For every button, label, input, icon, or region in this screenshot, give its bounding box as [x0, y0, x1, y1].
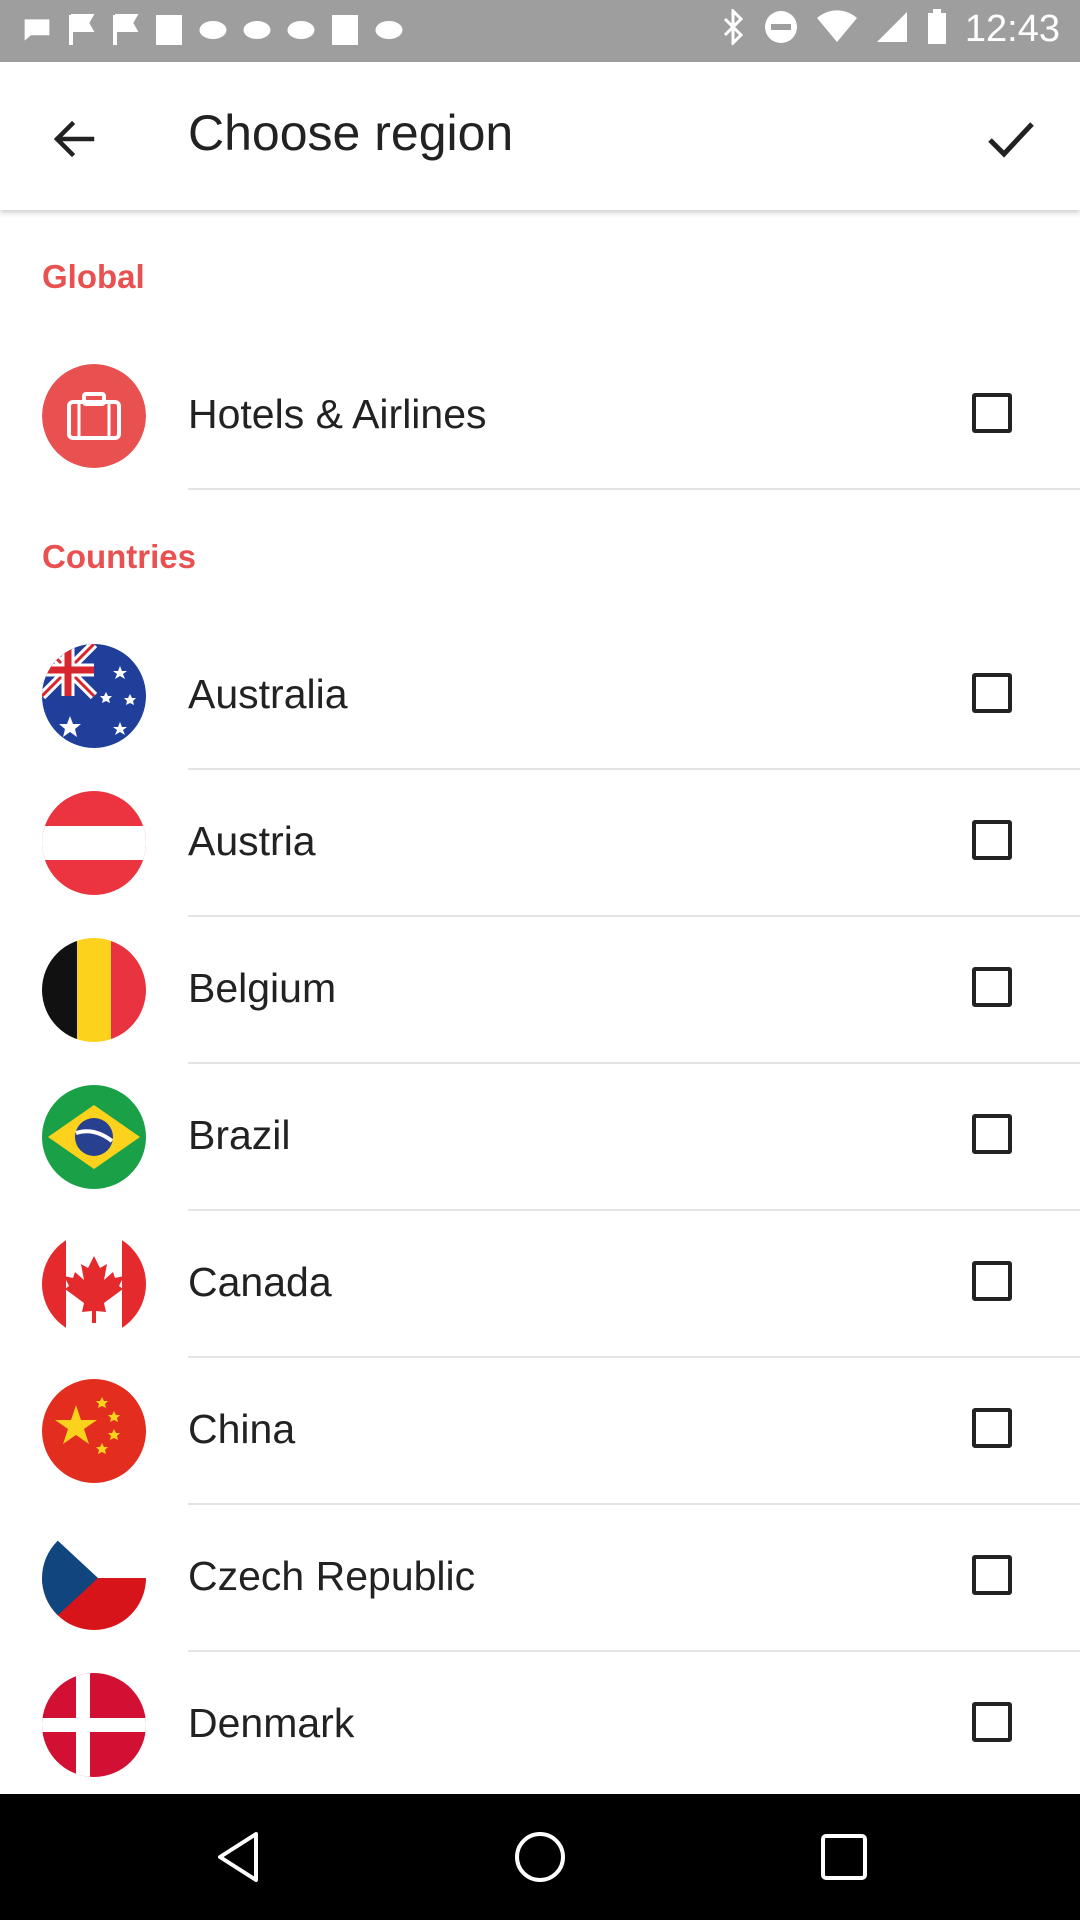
nav-home-button[interactable] — [510, 1827, 570, 1887]
system-nav-bar — [0, 1794, 1080, 1920]
checkbox[interactable] — [972, 967, 1012, 1007]
check-icon — [988, 122, 1034, 158]
flag-notification-icon — [110, 12, 140, 48]
news-badge-icon — [374, 12, 404, 48]
checkbox[interactable] — [972, 1702, 1012, 1742]
news-badge-icon — [286, 12, 316, 48]
brazil-flag-icon — [42, 1085, 146, 1189]
list-item-label: Canada — [188, 1259, 332, 1305]
bluetooth-icon — [721, 7, 745, 50]
list-item-label: China — [188, 1406, 296, 1452]
app-bar: Choose region — [0, 62, 1080, 210]
czech-republic-flag-icon — [42, 1526, 146, 1630]
list-item-belgium[interactable]: Belgium — [0, 917, 1080, 1064]
china-flag-icon — [42, 1379, 146, 1483]
australia-flag-icon — [42, 644, 146, 748]
list-item-hotels-airlines[interactable]: Hotels & Airlines — [0, 343, 1080, 490]
checkbox[interactable] — [972, 1555, 1012, 1595]
notification-icons — [22, 12, 404, 48]
do-not-disturb-icon — [763, 9, 799, 50]
arrow-back-icon — [53, 120, 95, 158]
signal-icon — [875, 10, 909, 49]
list-item-canada[interactable]: Canada — [0, 1211, 1080, 1358]
flag-notification-icon — [66, 12, 96, 48]
canada-flag-icon — [42, 1232, 146, 1336]
list-item-austria[interactable]: Austria — [0, 770, 1080, 917]
circle-home-icon — [515, 1832, 565, 1882]
list-item-label: Belgium — [188, 965, 337, 1011]
status-bar: 12:43 — [0, 0, 1080, 62]
list-item-label: Hotels & Airlines — [188, 391, 487, 437]
section-header-countries: Countries — [42, 538, 197, 575]
section-header-global: Global — [42, 258, 145, 295]
checkbox[interactable] — [972, 673, 1012, 713]
checkbox[interactable] — [972, 1408, 1012, 1448]
list-item-czech-republic[interactable]: Czech Republic — [0, 1505, 1080, 1652]
list-item-label: Brazil — [188, 1112, 291, 1158]
briefcase-icon — [42, 364, 146, 468]
nav-recents-button[interactable] — [814, 1827, 874, 1887]
list-item-label: Austria — [188, 818, 316, 864]
message-icon — [22, 12, 52, 48]
belgium-flag-icon — [42, 938, 146, 1042]
news-badge-icon — [242, 12, 272, 48]
checkbox[interactable] — [972, 820, 1012, 860]
list-item-label: Czech Republic — [188, 1553, 476, 1599]
list-item-label: Australia — [188, 671, 348, 717]
triangle-back-icon — [218, 1832, 258, 1882]
wifi-icon — [816, 10, 857, 49]
checkbox[interactable] — [972, 1114, 1012, 1154]
denmark-flag-icon — [42, 1673, 146, 1777]
battery-icon — [927, 9, 947, 50]
austria-flag-icon — [42, 791, 146, 895]
list-item-denmark[interactable]: Denmark — [0, 1652, 1080, 1799]
confirm-button[interactable] — [976, 104, 1046, 174]
back-button[interactable] — [40, 106, 106, 172]
list-item-brazil[interactable]: Brazil — [0, 1064, 1080, 1211]
status-time: 12:43 — [964, 8, 1060, 50]
checkbox[interactable] — [972, 393, 1012, 433]
square-recents-icon — [821, 1834, 867, 1880]
list-item-australia[interactable]: Australia — [0, 623, 1080, 770]
checkbox[interactable] — [972, 1261, 1012, 1301]
page-title: Choose region — [188, 105, 514, 161]
square-notification-icon — [330, 12, 360, 48]
news-badge-icon — [198, 12, 228, 48]
list-item-label: Denmark — [188, 1700, 355, 1746]
nav-back-button[interactable] — [208, 1827, 268, 1887]
list-item-china[interactable]: China — [0, 1358, 1080, 1505]
square-notification-icon — [154, 12, 184, 48]
divider — [188, 488, 1080, 490]
